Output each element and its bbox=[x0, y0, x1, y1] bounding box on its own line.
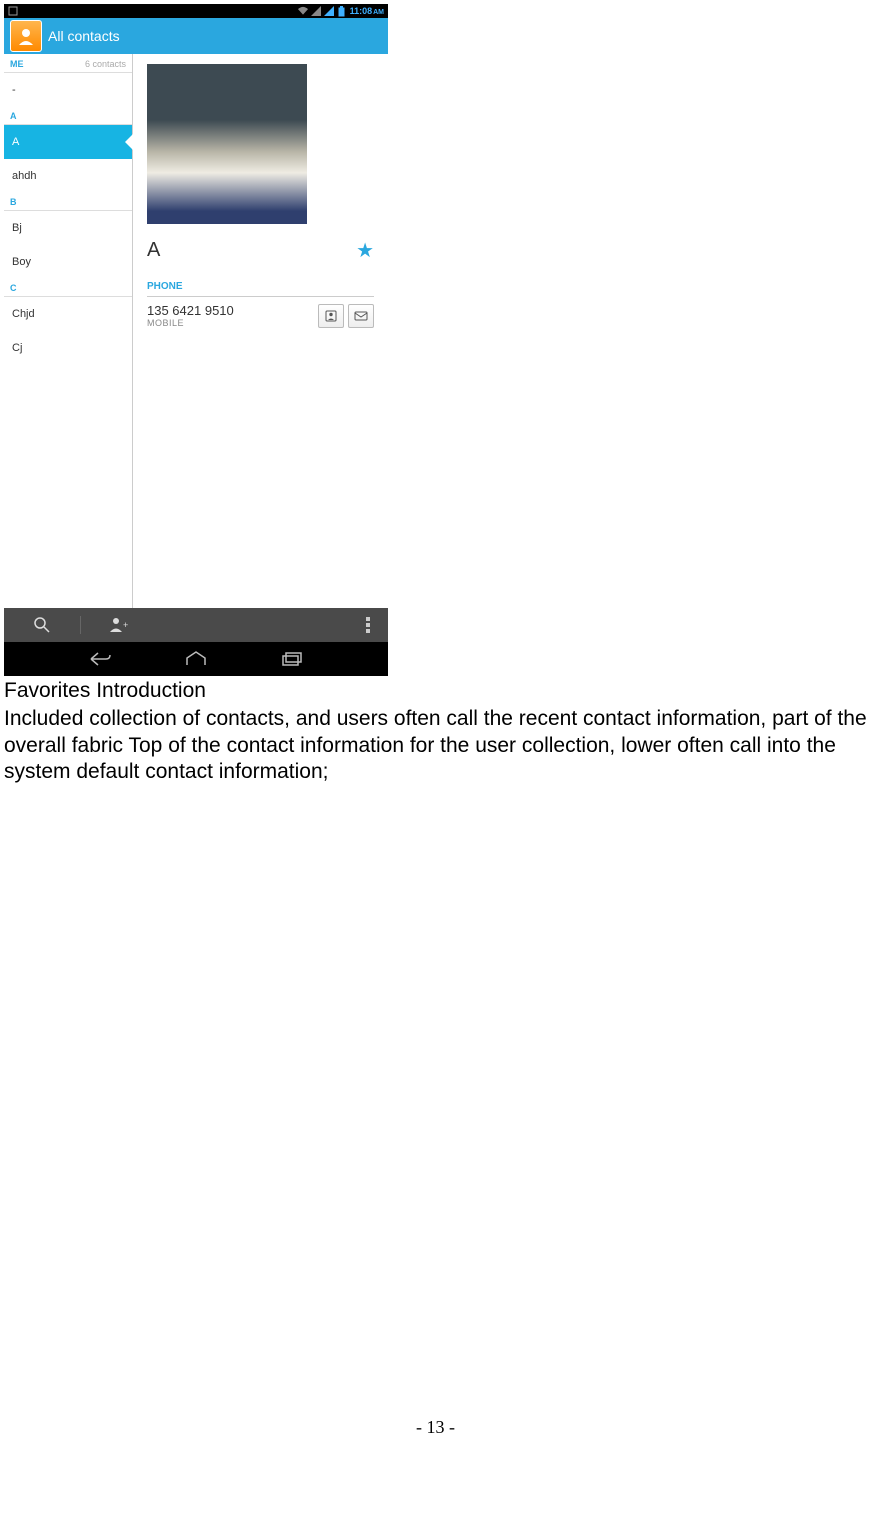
sidebar-section-c: C bbox=[4, 279, 132, 297]
phone-type: MOBILE bbox=[147, 318, 234, 328]
sidebar-item[interactable]: - bbox=[4, 73, 132, 107]
message-button[interactable] bbox=[348, 304, 374, 328]
search-button[interactable] bbox=[4, 616, 81, 634]
contact-count: 6 contacts bbox=[85, 59, 126, 69]
add-contact-button[interactable]: + bbox=[81, 616, 157, 634]
contacts-app-icon[interactable] bbox=[10, 20, 42, 52]
svg-text:+: + bbox=[123, 620, 128, 630]
battery-icon bbox=[337, 6, 347, 16]
sidebar-item[interactable]: Bj bbox=[4, 211, 132, 245]
wifi-icon bbox=[298, 6, 308, 16]
sidebar-section-b: B bbox=[4, 193, 132, 211]
text-heading: Favorites Introduction bbox=[4, 678, 867, 704]
text-paragraph: Included collection of contacts, and use… bbox=[4, 706, 867, 785]
favorite-star-icon[interactable]: ★ bbox=[356, 238, 374, 263]
notification-icon bbox=[8, 6, 18, 16]
sidebar-item[interactable]: ahdh bbox=[4, 159, 132, 193]
sidebar-item[interactable]: Cj bbox=[4, 331, 132, 365]
device-frame: 11:08AM All contacts ME 6 contacts - A A… bbox=[4, 4, 388, 676]
contact-photo[interactable] bbox=[147, 64, 307, 224]
sidebar-item-label: Bj bbox=[12, 222, 22, 234]
sidebar-item-label: A bbox=[12, 136, 19, 148]
status-bar: 11:08AM bbox=[4, 4, 388, 18]
sidebar-me-label: ME bbox=[10, 59, 24, 69]
sidebar-item-label: Chjd bbox=[12, 308, 35, 320]
back-button[interactable] bbox=[80, 651, 120, 667]
signal-icon bbox=[324, 6, 334, 16]
app-bar: All contacts bbox=[4, 18, 388, 54]
call-button[interactable] bbox=[318, 304, 344, 328]
phone-section-label: PHONE bbox=[147, 281, 374, 297]
sidebar-item-label: Boy bbox=[12, 256, 31, 268]
page-number: - 13 - bbox=[0, 1377, 871, 1448]
sidebar-item-label: Cj bbox=[12, 342, 22, 354]
sidebar-item-selected[interactable]: A bbox=[4, 125, 132, 159]
contact-name: A bbox=[147, 239, 160, 262]
sidebar-item[interactable]: Chjd bbox=[4, 297, 132, 331]
sidebar-item[interactable]: Boy bbox=[4, 245, 132, 279]
contact-detail: A ★ PHONE 135 6421 9510 MOBILE bbox=[133, 54, 388, 608]
phone-entry[interactable]: 135 6421 9510 MOBILE bbox=[147, 303, 234, 328]
recents-button[interactable] bbox=[272, 651, 312, 667]
contacts-sidebar: ME 6 contacts - A A ahdh B Bj Boy C Chjd… bbox=[4, 54, 133, 608]
signal-icon bbox=[311, 6, 321, 16]
sidebar-header: ME 6 contacts bbox=[4, 54, 132, 73]
system-nav-bar bbox=[4, 642, 388, 676]
app-title[interactable]: All contacts bbox=[48, 28, 120, 44]
phone-number: 135 6421 9510 bbox=[147, 303, 234, 318]
home-button[interactable] bbox=[176, 651, 216, 667]
bottom-action-bar: + bbox=[4, 608, 388, 642]
document-text: Favorites Introduction Included collecti… bbox=[4, 676, 867, 785]
sidebar-item-label: - bbox=[12, 84, 16, 96]
sidebar-item-label: ahdh bbox=[12, 170, 36, 182]
clock-time: 11:08AM bbox=[350, 6, 384, 16]
overflow-menu-icon[interactable] bbox=[348, 616, 388, 634]
sidebar-section-a: A bbox=[4, 107, 132, 125]
